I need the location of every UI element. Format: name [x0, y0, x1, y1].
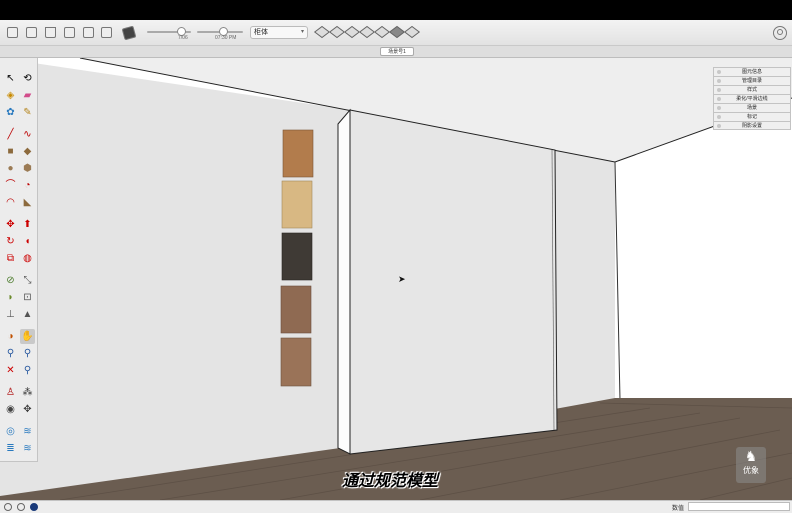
sandbox-smoove-icon[interactable]: ≋	[20, 424, 35, 439]
credits-icon[interactable]	[17, 503, 25, 511]
warehouse-icon[interactable]	[64, 27, 75, 38]
materials-icon[interactable]	[26, 27, 37, 38]
pie-icon[interactable]: ◔	[20, 178, 35, 193]
walnut-dark-swatch	[281, 232, 313, 281]
protractor-icon[interactable]: ◗	[3, 290, 18, 305]
teak-swatch	[280, 285, 312, 334]
dimension-icon[interactable]: ⤡	[20, 273, 35, 288]
push-pull-icon[interactable]: ⬆	[20, 217, 35, 232]
eraser-toolbar-icon[interactable]	[121, 25, 137, 41]
scene-drawing	[0, 58, 792, 500]
tray-soften-edges[interactable]: 柔化/平滑边线	[713, 94, 791, 103]
right-view-icon[interactable]	[358, 25, 376, 39]
zoom-icon[interactable]: ⚲	[3, 346, 18, 361]
chevron-down-icon: ▾	[300, 29, 304, 35]
watermark-logo: ♞ 优象	[736, 447, 766, 483]
style-dropdown[interactable]: 柜体 ▾	[250, 26, 308, 39]
elephant-logo-icon: ♞	[744, 448, 758, 464]
extension-icon[interactable]	[83, 27, 94, 38]
freehand-icon[interactable]: ∿	[20, 127, 35, 142]
tray-outliner[interactable]: 管理目录	[713, 76, 791, 85]
oak-swatch	[282, 129, 314, 178]
follow-me-icon[interactable]: ◖	[20, 234, 35, 249]
zoom-window-icon[interactable]: ⚲	[20, 346, 35, 361]
walk-icon[interactable]: ✋	[20, 329, 35, 344]
tray-styles[interactable]: 样式	[713, 85, 791, 94]
left-view-icon[interactable]	[388, 25, 406, 39]
cherry-swatch	[280, 337, 312, 387]
zoom-extents-icon[interactable]: ✕	[3, 363, 18, 378]
polygon-icon[interactable]: ⬢	[20, 161, 35, 176]
top-view-icon[interactable]	[328, 25, 346, 39]
axes-icon[interactable]: ⊥	[3, 307, 18, 322]
tape-measure-icon[interactable]: ⊘	[3, 273, 18, 288]
rectangle-icon[interactable]: ■	[3, 144, 18, 159]
tray-entity-info[interactable]: 图元信息	[713, 67, 791, 76]
components-icon[interactable]	[7, 27, 18, 38]
position-camera-icon[interactable]: ♙	[3, 385, 18, 400]
bottom-view-icon[interactable]	[403, 25, 421, 39]
arc-3pt-icon[interactable]: ◠	[3, 195, 18, 210]
status-bar: 数值	[0, 500, 792, 513]
rotated-rectangle-icon[interactable]: ◆	[20, 144, 35, 159]
footprints-icon[interactable]: ⁂	[20, 385, 35, 400]
user-account-icon[interactable]	[773, 26, 787, 40]
time-slider-label: 07:30 PM	[215, 35, 237, 41]
tray-tags[interactable]: 标记	[713, 112, 791, 121]
eraser-icon[interactable]: ▰	[20, 88, 35, 103]
scale-icon[interactable]: ⧉	[3, 251, 18, 266]
default-tray: 图元信息 管理目录 样式 柔化/平滑边线 场景 标记 阴影设置	[713, 67, 791, 130]
partition-panel-side	[337, 108, 351, 455]
video-subtitle: 通过规范模型	[341, 473, 438, 490]
line-icon[interactable]: ╱	[3, 127, 18, 142]
tag-icon[interactable]: ✿	[3, 105, 18, 120]
home-icon[interactable]	[45, 27, 56, 38]
paint-bucket-icon[interactable]: ◈	[3, 88, 18, 103]
circle-icon[interactable]: ●	[3, 161, 18, 176]
section-plane-icon[interactable]: ◑	[3, 329, 18, 344]
orbit-icon[interactable]: ⟲	[20, 71, 35, 86]
sandbox-stamp-icon[interactable]: ≣	[3, 441, 18, 456]
time-slider[interactable]	[197, 27, 243, 36]
scene-tab-1[interactable]: 场景号1	[380, 47, 414, 56]
look-around-icon[interactable]: ◉	[3, 402, 18, 417]
account-status-icon[interactable]	[30, 503, 38, 511]
front-view-icon[interactable]	[343, 25, 361, 39]
measurements-label: 数值	[672, 506, 685, 512]
top-toolbar: 7/06 07:30 PM 柜体 ▾	[0, 20, 792, 46]
maple-swatch	[281, 180, 313, 229]
previous-view-icon[interactable]: ⚲	[20, 363, 35, 378]
measurements-input[interactable]	[688, 502, 790, 511]
mouse-cursor-icon: ➤	[398, 274, 406, 284]
watermark-text: 优象	[743, 466, 759, 475]
style-dropdown-value: 柜体	[254, 29, 268, 36]
sandbox-drape-icon[interactable]: ≋	[20, 441, 35, 456]
geo-location-icon[interactable]	[4, 503, 12, 511]
scene-tab-bar: 场景号1	[0, 46, 792, 58]
screen-top-bar	[0, 0, 792, 20]
sandbox-contours-icon[interactable]: ◎	[3, 424, 18, 439]
large-tool-set-palette: ↖ ⟲ ◈ ▰ ✿ ✎ ╱ ∿ ■ ◆ ● ⬢ ⌒ ◔ ◠ ◣ ✥ ⬆ ↻ ◖ …	[0, 58, 38, 462]
text-icon[interactable]: ⊡	[20, 290, 35, 305]
arc-icon[interactable]: ⌒	[3, 178, 18, 193]
arc-2pt-icon[interactable]: ◣	[20, 195, 35, 210]
tray-scenes[interactable]: 场景	[713, 103, 791, 112]
back-view-icon[interactable]	[373, 25, 391, 39]
pencil-icon[interactable]: ✎	[20, 105, 35, 120]
pan-icon[interactable]: ✥	[20, 402, 35, 417]
tray-shadows[interactable]: 阴影设置	[713, 121, 791, 130]
house-outline-icon[interactable]	[101, 27, 112, 38]
date-slider[interactable]	[147, 27, 191, 36]
move-icon[interactable]: ✥	[3, 217, 18, 232]
model-viewport[interactable]	[0, 58, 792, 500]
partition-panel-front	[349, 109, 558, 455]
3d-text-icon[interactable]: ▲	[20, 307, 35, 322]
rotate-icon[interactable]: ↻	[3, 234, 18, 249]
iso-view-icon[interactable]	[313, 25, 331, 39]
offset-icon[interactable]: ◍	[20, 251, 35, 266]
date-slider-label: 7/06	[178, 35, 188, 41]
select-icon[interactable]: ↖	[3, 71, 18, 86]
